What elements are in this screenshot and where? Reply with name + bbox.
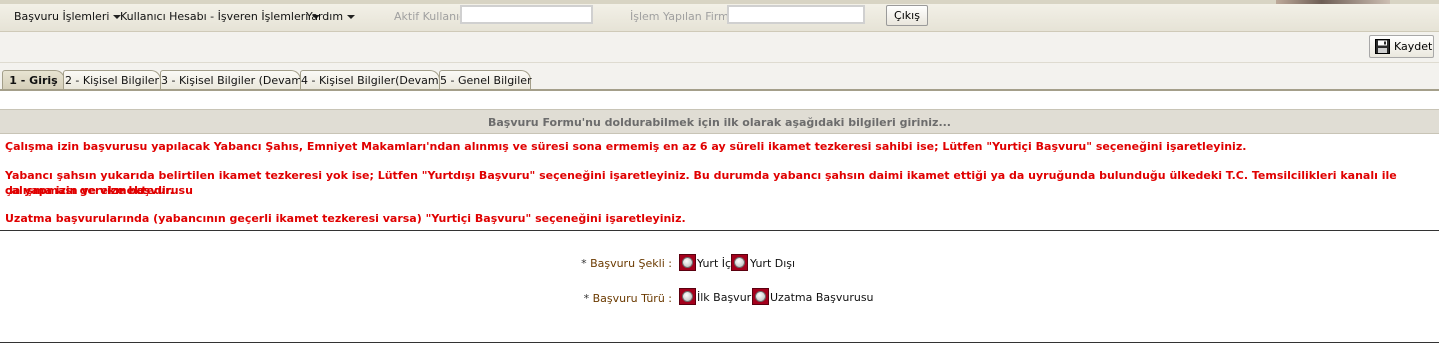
- required-mark: *: [583, 292, 590, 305]
- form-header: Başvuru Formu'nu doldurabilmek için ilk …: [0, 109, 1439, 134]
- divider-top: [0, 230, 1439, 231]
- tab-kisisel-bilgiler-devam-2[interactable]: 4 - Kişisel Bilgiler(Devam): [300, 70, 443, 90]
- radio-uzatma-basvurusu-label: Uzatma Başvurusu: [770, 291, 874, 304]
- required-mark: *: [581, 257, 587, 270]
- radio-ilk-basvuru-label: İlk Başvuru: [697, 291, 759, 304]
- top-menu-bar: Başvuru İşlemleri Kullanıcı Hesabı - İşv…: [0, 0, 1439, 32]
- menu-yardim[interactable]: Yardım: [306, 10, 356, 23]
- toolbar: Kaydet: [0, 32, 1439, 63]
- floppy-disk-icon: [1375, 39, 1390, 54]
- radio-yurt-ici[interactable]: [679, 254, 696, 271]
- radio-dot-icon: [734, 257, 745, 268]
- top-strip: [0, 0, 1439, 4]
- save-button-label: Kaydet: [1394, 40, 1433, 53]
- active-user-input[interactable]: [460, 5, 593, 24]
- firm-label: İşlem Yapılan Firma:: [630, 10, 740, 23]
- warning-uzatma: Uzatma başvurularında (yabancının geçerl…: [5, 212, 686, 225]
- logout-button[interactable]: Çıkış: [886, 5, 928, 26]
- divider-bottom: [0, 342, 1439, 343]
- warning-yurtdisi-cont: da yapması gerekmektedir.: [5, 184, 174, 197]
- firm-input[interactable]: [727, 5, 865, 24]
- warning-yurtdisi: Yabancı şahsın yukarıda belirtilen ikame…: [5, 169, 1397, 197]
- radio-ilk-basvuru[interactable]: [679, 288, 696, 305]
- tab-giris[interactable]: 1 - Giriş: [2, 70, 65, 91]
- radio-dot-icon: [682, 291, 693, 302]
- radio-yurt-disi[interactable]: [731, 254, 748, 271]
- menu-yardim-label: Yardım: [306, 10, 344, 23]
- basvuru-turu-label-text: Başvuru Türü :: [592, 292, 672, 305]
- save-button[interactable]: Kaydet: [1369, 35, 1434, 58]
- radio-dot-icon: [682, 257, 693, 268]
- radio-yurt-disi-label: Yurt Dışı: [750, 257, 796, 270]
- caret-down-icon: [347, 15, 356, 19]
- warning-yurtici: Çalışma izin başvurusu yapılacak Yabancı…: [5, 140, 1247, 153]
- tab-kisisel-bilgiler[interactable]: 2 - Kişisel Bilgiler: [63, 70, 161, 90]
- tab-kisisel-bilgiler-devam-1[interactable]: 3 - Kişisel Bilgiler (Devam): [160, 70, 306, 90]
- basvuru-sekli-label-text: Başvuru Şekli :: [590, 257, 672, 270]
- user-photo: [1276, 0, 1390, 4]
- menu-basvuru-islemleri-label: Başvuru İşlemleri: [14, 10, 110, 23]
- tab-genel-bilgiler[interactable]: 5 - Genel Bilgiler: [439, 70, 532, 90]
- radio-dot-icon: [755, 291, 766, 302]
- menu-basvuru-islemleri[interactable]: Başvuru İşlemleri: [14, 10, 122, 23]
- basvuru-sekli-label: * Başvuru Şekli :: [532, 257, 672, 270]
- menu-kullanici-hesabi[interactable]: Kullanıcı Hesabı - İşveren İşlemleri: [120, 10, 321, 23]
- basvuru-turu-label: * Başvuru Türü :: [532, 292, 672, 305]
- menu-kullanici-hesabi-label: Kullanıcı Hesabı - İşveren İşlemleri: [120, 10, 309, 23]
- radio-yurt-ici-label: Yurt İçi: [697, 257, 735, 270]
- radio-uzatma-basvurusu[interactable]: [752, 288, 769, 305]
